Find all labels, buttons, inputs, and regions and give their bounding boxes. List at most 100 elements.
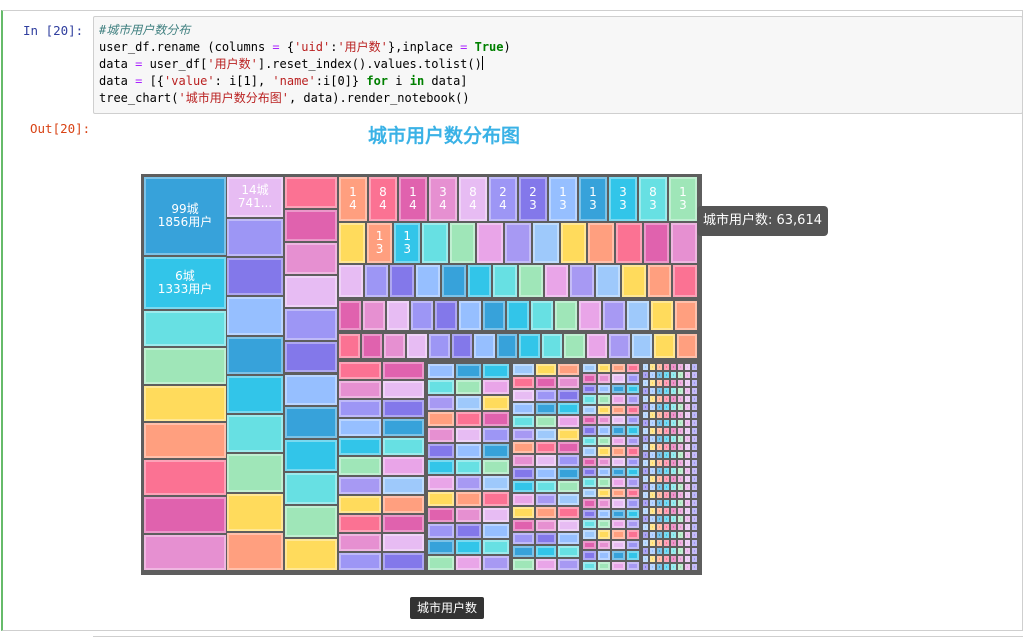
treemap-tile[interactable] <box>285 209 337 241</box>
treemap-tile[interactable] <box>227 258 283 296</box>
treemap-tile[interactable] <box>390 265 415 297</box>
treemap-tile[interactable] <box>692 388 697 394</box>
treemap-tile[interactable] <box>671 428 676 434</box>
treemap-tile[interactable] <box>692 532 697 538</box>
treemap-tile[interactable] <box>621 265 646 297</box>
treemap-tile[interactable] <box>671 436 676 442</box>
treemap-tile[interactable] <box>657 540 662 546</box>
treemap-tile[interactable] <box>626 374 639 383</box>
treemap-tile[interactable] <box>361 334 382 358</box>
treemap-tile-small[interactable]: 1 3 <box>366 223 393 263</box>
treemap-tile[interactable] <box>535 429 557 440</box>
treemap-tile-small[interactable]: 3 3 <box>609 177 637 221</box>
treemap-tile[interactable] <box>685 396 690 402</box>
treemap-tile[interactable] <box>643 372 648 378</box>
treemap-tile[interactable] <box>650 556 655 562</box>
treemap-tile[interactable] <box>483 301 505 330</box>
treemap-tile[interactable] <box>626 530 639 539</box>
treemap-tile[interactable] <box>643 492 648 498</box>
treemap-tile-small[interactable] <box>532 223 559 263</box>
treemap-tile[interactable] <box>650 380 655 386</box>
treemap-tile[interactable] <box>597 478 610 487</box>
treemap-tile[interactable] <box>643 420 648 426</box>
treemap-tile[interactable] <box>650 428 655 434</box>
treemap-tile[interactable] <box>664 532 669 538</box>
treemap-tile[interactable] <box>664 476 669 482</box>
treemap-tile[interactable] <box>513 377 534 388</box>
treemap-tile[interactable] <box>483 540 509 554</box>
treemap-breadcrumb[interactable]: 城市用户数 <box>410 597 485 619</box>
treemap-tile[interactable] <box>227 454 283 492</box>
treemap-tile[interactable] <box>626 364 639 373</box>
treemap-tile[interactable] <box>664 420 669 426</box>
treemap-tile[interactable] <box>643 548 648 554</box>
treemap-tile[interactable] <box>144 534 226 570</box>
treemap-tile[interactable] <box>428 380 454 394</box>
treemap-tile-small[interactable] <box>671 223 697 263</box>
treemap-tile[interactable] <box>513 546 534 557</box>
treemap-tile[interactable] <box>285 374 337 406</box>
treemap-tile[interactable] <box>692 412 697 418</box>
treemap-tile[interactable] <box>664 524 669 530</box>
treemap-tile[interactable] <box>678 548 683 554</box>
treemap-tile[interactable] <box>583 561 596 570</box>
treemap-tile[interactable] <box>455 492 482 506</box>
treemap-tile[interactable] <box>626 405 639 414</box>
treemap-tile[interactable] <box>455 412 482 426</box>
treemap-tile[interactable] <box>285 177 337 208</box>
treemap-tile[interactable] <box>285 539 337 570</box>
treemap-tile[interactable] <box>675 301 697 330</box>
treemap-tile[interactable] <box>459 301 481 330</box>
treemap-tile[interactable] <box>657 476 662 482</box>
treemap-tile[interactable] <box>685 460 690 466</box>
treemap-tile[interactable] <box>558 442 579 453</box>
treemap-tile[interactable] <box>626 436 639 446</box>
treemap-tile[interactable] <box>513 481 534 492</box>
treemap-tile[interactable] <box>513 533 534 544</box>
treemap-tile[interactable] <box>612 499 625 508</box>
treemap-tile[interactable] <box>685 532 690 538</box>
treemap-tile[interactable] <box>678 500 683 506</box>
treemap-tile[interactable] <box>664 444 669 450</box>
treemap-tile[interactable] <box>657 404 662 410</box>
treemap-tile[interactable] <box>678 508 683 514</box>
treemap-tile[interactable] <box>455 364 482 378</box>
treemap-tile[interactable] <box>455 524 482 538</box>
treemap-tile[interactable] <box>612 551 625 560</box>
treemap-tile[interactable] <box>685 564 690 570</box>
treemap-tile[interactable] <box>627 301 649 330</box>
treemap-tile[interactable] <box>531 301 553 330</box>
treemap-tile[interactable] <box>583 374 596 383</box>
treemap-tile[interactable] <box>339 362 381 380</box>
treemap-tile[interactable] <box>685 404 690 410</box>
treemap-tile[interactable] <box>671 460 676 466</box>
treemap-tile[interactable] <box>411 301 433 330</box>
code-editor[interactable]: #城市用户数分布 user_df.rename (columns = {'uid… <box>93 16 1023 114</box>
treemap-tile[interactable] <box>428 492 454 506</box>
treemap-tile[interactable] <box>387 301 409 330</box>
treemap-tile[interactable] <box>382 381 424 399</box>
treemap-tile[interactable] <box>692 524 697 530</box>
treemap-tile[interactable] <box>664 452 669 458</box>
treemap-tile[interactable] <box>513 507 534 518</box>
treemap-tile[interactable] <box>144 497 226 533</box>
treemap-tile[interactable] <box>339 552 381 570</box>
treemap-tile[interactable] <box>685 548 690 554</box>
treemap-tile[interactable] <box>558 494 579 505</box>
treemap-tile[interactable] <box>692 468 697 474</box>
treemap-tile[interactable] <box>558 533 579 544</box>
treemap-tile[interactable] <box>382 457 424 475</box>
treemap-tile[interactable] <box>678 532 683 538</box>
treemap-tile[interactable] <box>657 380 662 386</box>
treemap-tile[interactable] <box>643 540 648 546</box>
treemap-tile[interactable] <box>455 444 482 458</box>
treemap-tile[interactable] <box>664 388 669 394</box>
treemap-tile[interactable] <box>583 426 596 435</box>
treemap-tile[interactable] <box>339 301 361 330</box>
treemap-tile-small[interactable]: 8 3 <box>639 177 667 221</box>
treemap-tile[interactable] <box>643 436 648 442</box>
treemap-tile-small[interactable] <box>615 223 642 263</box>
treemap-tile[interactable] <box>612 395 625 404</box>
treemap-tile[interactable] <box>657 516 662 522</box>
treemap-tile[interactable] <box>558 429 579 440</box>
